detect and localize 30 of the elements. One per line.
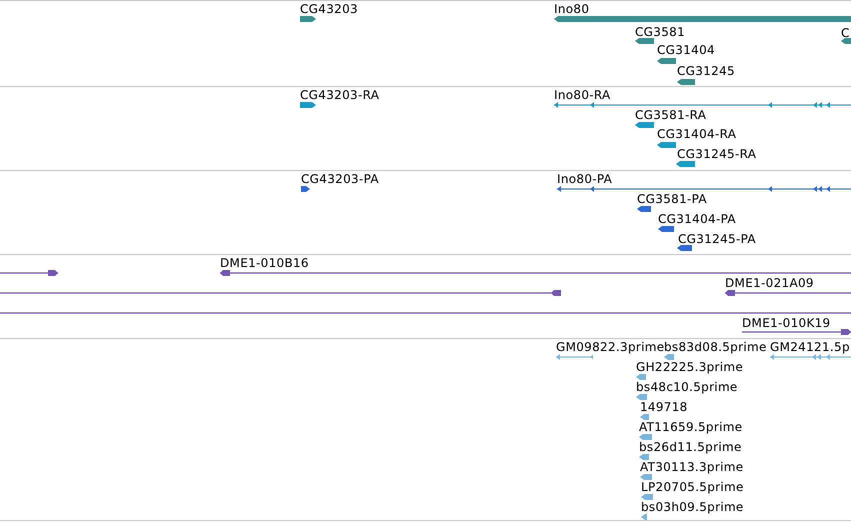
feature-label: CG31404-PA	[658, 212, 736, 226]
feature-label: Ino80-RA	[554, 88, 611, 102]
feature-label: bs48c10.5prime	[636, 380, 738, 394]
feature-label: GH22225.3prime	[636, 360, 744, 374]
feature-label: CG3581-RA	[635, 108, 706, 122]
feature-label: CG3581-PA	[637, 192, 707, 206]
feature-label: GM09822.3prime	[556, 340, 664, 354]
feature-label: CG31245-RA	[677, 147, 756, 161]
feature-label: CG31404	[657, 43, 715, 57]
feature-label: CG43203-RA	[300, 88, 380, 102]
feature-label: Ino80-PA	[557, 172, 612, 186]
feature-label: AT30113.3prime	[640, 460, 744, 474]
feature-label: bs03h09.5prime	[641, 500, 744, 514]
feature-label: CG31245-PA	[678, 232, 756, 246]
feature-label: CG31245	[677, 64, 735, 78]
feature-label: DME1-021A09	[725, 276, 814, 290]
feature-label: CG3581	[635, 25, 686, 39]
feature-label: bs26d11.5prime	[639, 440, 742, 454]
feature-label: CG43203	[300, 2, 358, 16]
feature-label: 149718	[640, 400, 688, 414]
feature-label: C	[841, 26, 850, 40]
feature-label: CG31404-RA	[657, 127, 736, 141]
feature-label: AT11659.5prime	[639, 420, 742, 434]
feature-label: CG43203-PA	[301, 172, 379, 186]
feature-label: DME1-010B16	[220, 256, 309, 270]
feature-label: DME1-010K19	[742, 316, 830, 330]
feature-label: bs83d08.5prime	[664, 340, 767, 354]
feature-label: GM24121.5p	[770, 340, 850, 354]
feature-label: Ino80	[554, 2, 590, 16]
feature-label: LP20705.5prime	[641, 480, 744, 494]
